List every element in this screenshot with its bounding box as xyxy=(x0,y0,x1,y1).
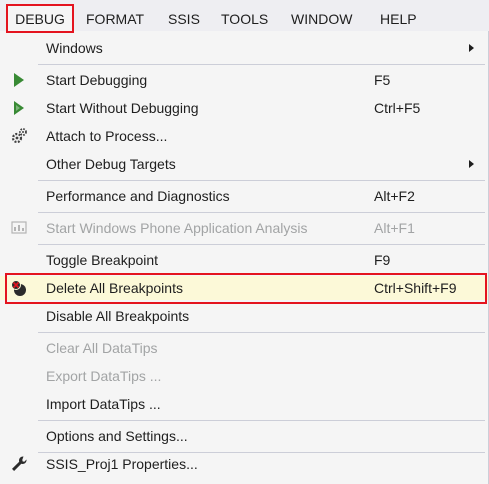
wrench-icon xyxy=(9,454,29,472)
menu-item-label: Start Windows Phone Application Analysis xyxy=(46,220,308,236)
submenu-arrow-icon xyxy=(469,44,474,52)
submenu-arrow-icon xyxy=(469,160,474,168)
phone-analysis-icon xyxy=(9,219,29,237)
play-icon xyxy=(9,71,29,89)
menu-item-performance-diagnostics[interactable]: Performance and Diagnostics Alt+F2 xyxy=(0,184,488,208)
vs-screen: DEBUG FORMAT SSIS TOOLS WINDOW HELP Wind… xyxy=(0,0,489,484)
menu-format[interactable]: FORMAT xyxy=(86,9,144,29)
menu-item-export-datatips: Export DataTips ... xyxy=(0,364,488,388)
menu-item-label: Start Without Debugging xyxy=(46,100,199,116)
menu-item-label: Attach to Process... xyxy=(46,128,168,144)
menu-item-shortcut: Alt+F2 xyxy=(374,188,415,204)
menu-debug[interactable]: DEBUG xyxy=(7,4,73,32)
menu-item-shortcut: Alt+F1 xyxy=(374,220,415,236)
menu-separator xyxy=(38,212,485,213)
menu-item-label: Performance and Diagnostics xyxy=(46,188,230,204)
menu-separator xyxy=(38,180,485,181)
menu-window[interactable]: WINDOW xyxy=(291,9,352,29)
menu-item-start-without-debugging[interactable]: Start Without Debugging Ctrl+F5 xyxy=(0,96,488,120)
menu-item-toggle-breakpoint[interactable]: Toggle Breakpoint F9 xyxy=(0,248,488,272)
menu-item-delete-all-breakpoints[interactable]: Delete All Breakpoints Ctrl+Shift+F9 xyxy=(0,276,488,300)
menu-item-options-settings[interactable]: Options and Settings... xyxy=(0,424,488,448)
debug-dropdown-menu: Windows Start Debugging F5 Start Without… xyxy=(0,31,489,484)
menu-item-start-debugging[interactable]: Start Debugging F5 xyxy=(0,68,488,92)
menu-item-import-datatips[interactable]: Import DataTips ... xyxy=(0,392,488,416)
menu-item-label: Windows xyxy=(46,40,103,56)
menu-item-label: Toggle Breakpoint xyxy=(46,252,159,268)
menu-item-label: SSIS_Proj1 Properties... xyxy=(46,456,198,472)
menu-item-windows-phone-analysis: Start Windows Phone Application Analysis… xyxy=(0,216,488,240)
menu-item-label: Clear All DataTips xyxy=(46,340,158,356)
menu-separator xyxy=(38,244,485,245)
menu-item-label: Other Debug Targets xyxy=(46,156,176,172)
menu-item-label: Export DataTips ... xyxy=(46,368,162,384)
menu-item-other-debug-targets[interactable]: Other Debug Targets xyxy=(0,152,488,176)
menu-item-shortcut: F9 xyxy=(374,252,391,268)
gears-icon xyxy=(9,127,29,145)
menu-item-clear-all-datatips: Clear All DataTips xyxy=(0,336,488,360)
menu-item-shortcut: Ctrl+F5 xyxy=(374,100,421,116)
menu-item-label: Options and Settings... xyxy=(46,428,188,444)
menu-separator xyxy=(38,332,485,333)
play-outline-icon xyxy=(9,99,29,117)
menu-item-shortcut: Ctrl+Shift+F9 xyxy=(374,280,457,296)
menu-item-attach-to-process[interactable]: Attach to Process... xyxy=(0,124,488,148)
menu-item-label: Import DataTips ... xyxy=(46,396,161,412)
menu-separator xyxy=(38,64,485,65)
menu-item-shortcut: F5 xyxy=(374,72,391,88)
menu-item-label: Start Debugging xyxy=(46,72,148,88)
menu-help[interactable]: HELP xyxy=(380,9,417,29)
menu-separator xyxy=(38,420,485,421)
delete-breakpoints-icon xyxy=(9,279,29,297)
menu-ssis[interactable]: SSIS xyxy=(168,9,200,29)
menu-item-project-properties[interactable]: SSIS_Proj1 Properties... xyxy=(0,452,488,476)
menu-item-disable-all-breakpoints[interactable]: Disable All Breakpoints xyxy=(0,304,488,328)
menu-tools[interactable]: TOOLS xyxy=(221,9,268,29)
menu-item-label: Disable All Breakpoints xyxy=(46,308,190,324)
menu-item-windows[interactable]: Windows xyxy=(0,36,488,60)
menu-item-label: Delete All Breakpoints xyxy=(46,280,183,296)
